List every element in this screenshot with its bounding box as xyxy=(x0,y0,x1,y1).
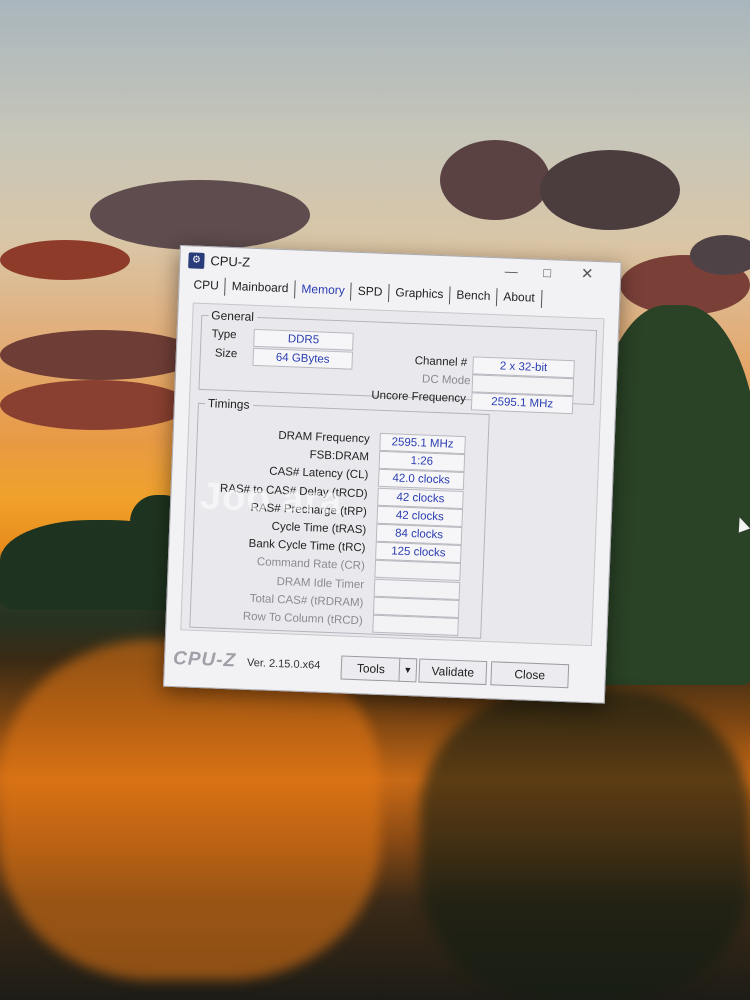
minimize-icon[interactable]: — xyxy=(500,262,523,281)
timing-label: DRAM Frequency xyxy=(278,429,370,446)
tools-button[interactable]: Tools xyxy=(340,655,402,682)
tab-mainboard[interactable]: Mainboard xyxy=(225,277,296,299)
version-label: Ver. 2.15.0.x64 xyxy=(246,656,321,672)
timings-legend: Timings xyxy=(207,396,250,412)
tab-about[interactable]: About xyxy=(497,288,543,308)
tab-cpu[interactable]: CPU xyxy=(187,276,227,296)
timing-label: Row To Column (tRCD) xyxy=(242,610,363,628)
watermark-text: Joo ara xyxy=(199,475,343,523)
water-reflection xyxy=(420,690,750,1000)
timing-value xyxy=(372,614,459,636)
cpu-z-app-icon: ⚙ xyxy=(188,252,205,269)
tools-label: Tools xyxy=(356,661,386,677)
cloud xyxy=(0,330,200,380)
tab-graphics[interactable]: Graphics xyxy=(389,284,451,305)
channel-label: Channel # xyxy=(414,355,468,370)
general-legend: General xyxy=(211,308,255,324)
validate-button[interactable]: Validate xyxy=(418,658,488,686)
cpu-z-brand: CPU-Z xyxy=(172,648,237,672)
tab-memory[interactable]: Memory xyxy=(295,280,353,301)
timing-label: Total CAS# (tRDRAM) xyxy=(249,592,364,610)
timing-label: FSB:DRAM xyxy=(309,449,370,464)
general-group: General Type DDR5 Size 64 GBytes Channel… xyxy=(198,307,598,415)
tab-bench[interactable]: Bench xyxy=(450,286,498,307)
timing-label: Command Rate (CR) xyxy=(256,556,366,573)
size-value: 64 GBytes xyxy=(252,347,354,370)
timing-label: DRAM Idle Timer xyxy=(276,575,365,591)
cloud xyxy=(90,180,310,250)
cloud xyxy=(0,380,190,430)
timing-label: Cycle Time (tRAS) xyxy=(271,520,367,537)
window-title: CPU-Z xyxy=(210,253,251,270)
close-icon[interactable]: ✕ xyxy=(576,265,599,284)
type-label: Type xyxy=(211,328,237,342)
cpu-z-window: ⚙ CPU-Z — □ ✕ CPU Mainboard Memory SPD G… xyxy=(163,245,622,704)
cloud xyxy=(540,150,680,230)
tab-spd[interactable]: SPD xyxy=(351,282,390,303)
type-value: DDR5 xyxy=(253,328,354,351)
cloud xyxy=(440,140,550,220)
memory-panel: General Type DDR5 Size 64 GBytes Channel… xyxy=(180,302,605,647)
validate-label: Validate xyxy=(431,663,475,680)
close-button[interactable]: Close xyxy=(490,661,570,689)
cloud xyxy=(0,240,130,280)
maximize-icon[interactable]: □ xyxy=(536,264,559,283)
dc-mode-label: DC Mode xyxy=(421,373,471,388)
close-label: Close xyxy=(514,667,546,683)
timing-label: Bank Cycle Time (tRC) xyxy=(248,538,366,555)
chevron-down-icon[interactable]: ▼ xyxy=(398,657,418,683)
timings-list: DRAM Frequency 2595.1 MHz FSB:DRAM 1:26 CAS#… xyxy=(190,420,488,638)
size-label: Size xyxy=(214,347,238,361)
